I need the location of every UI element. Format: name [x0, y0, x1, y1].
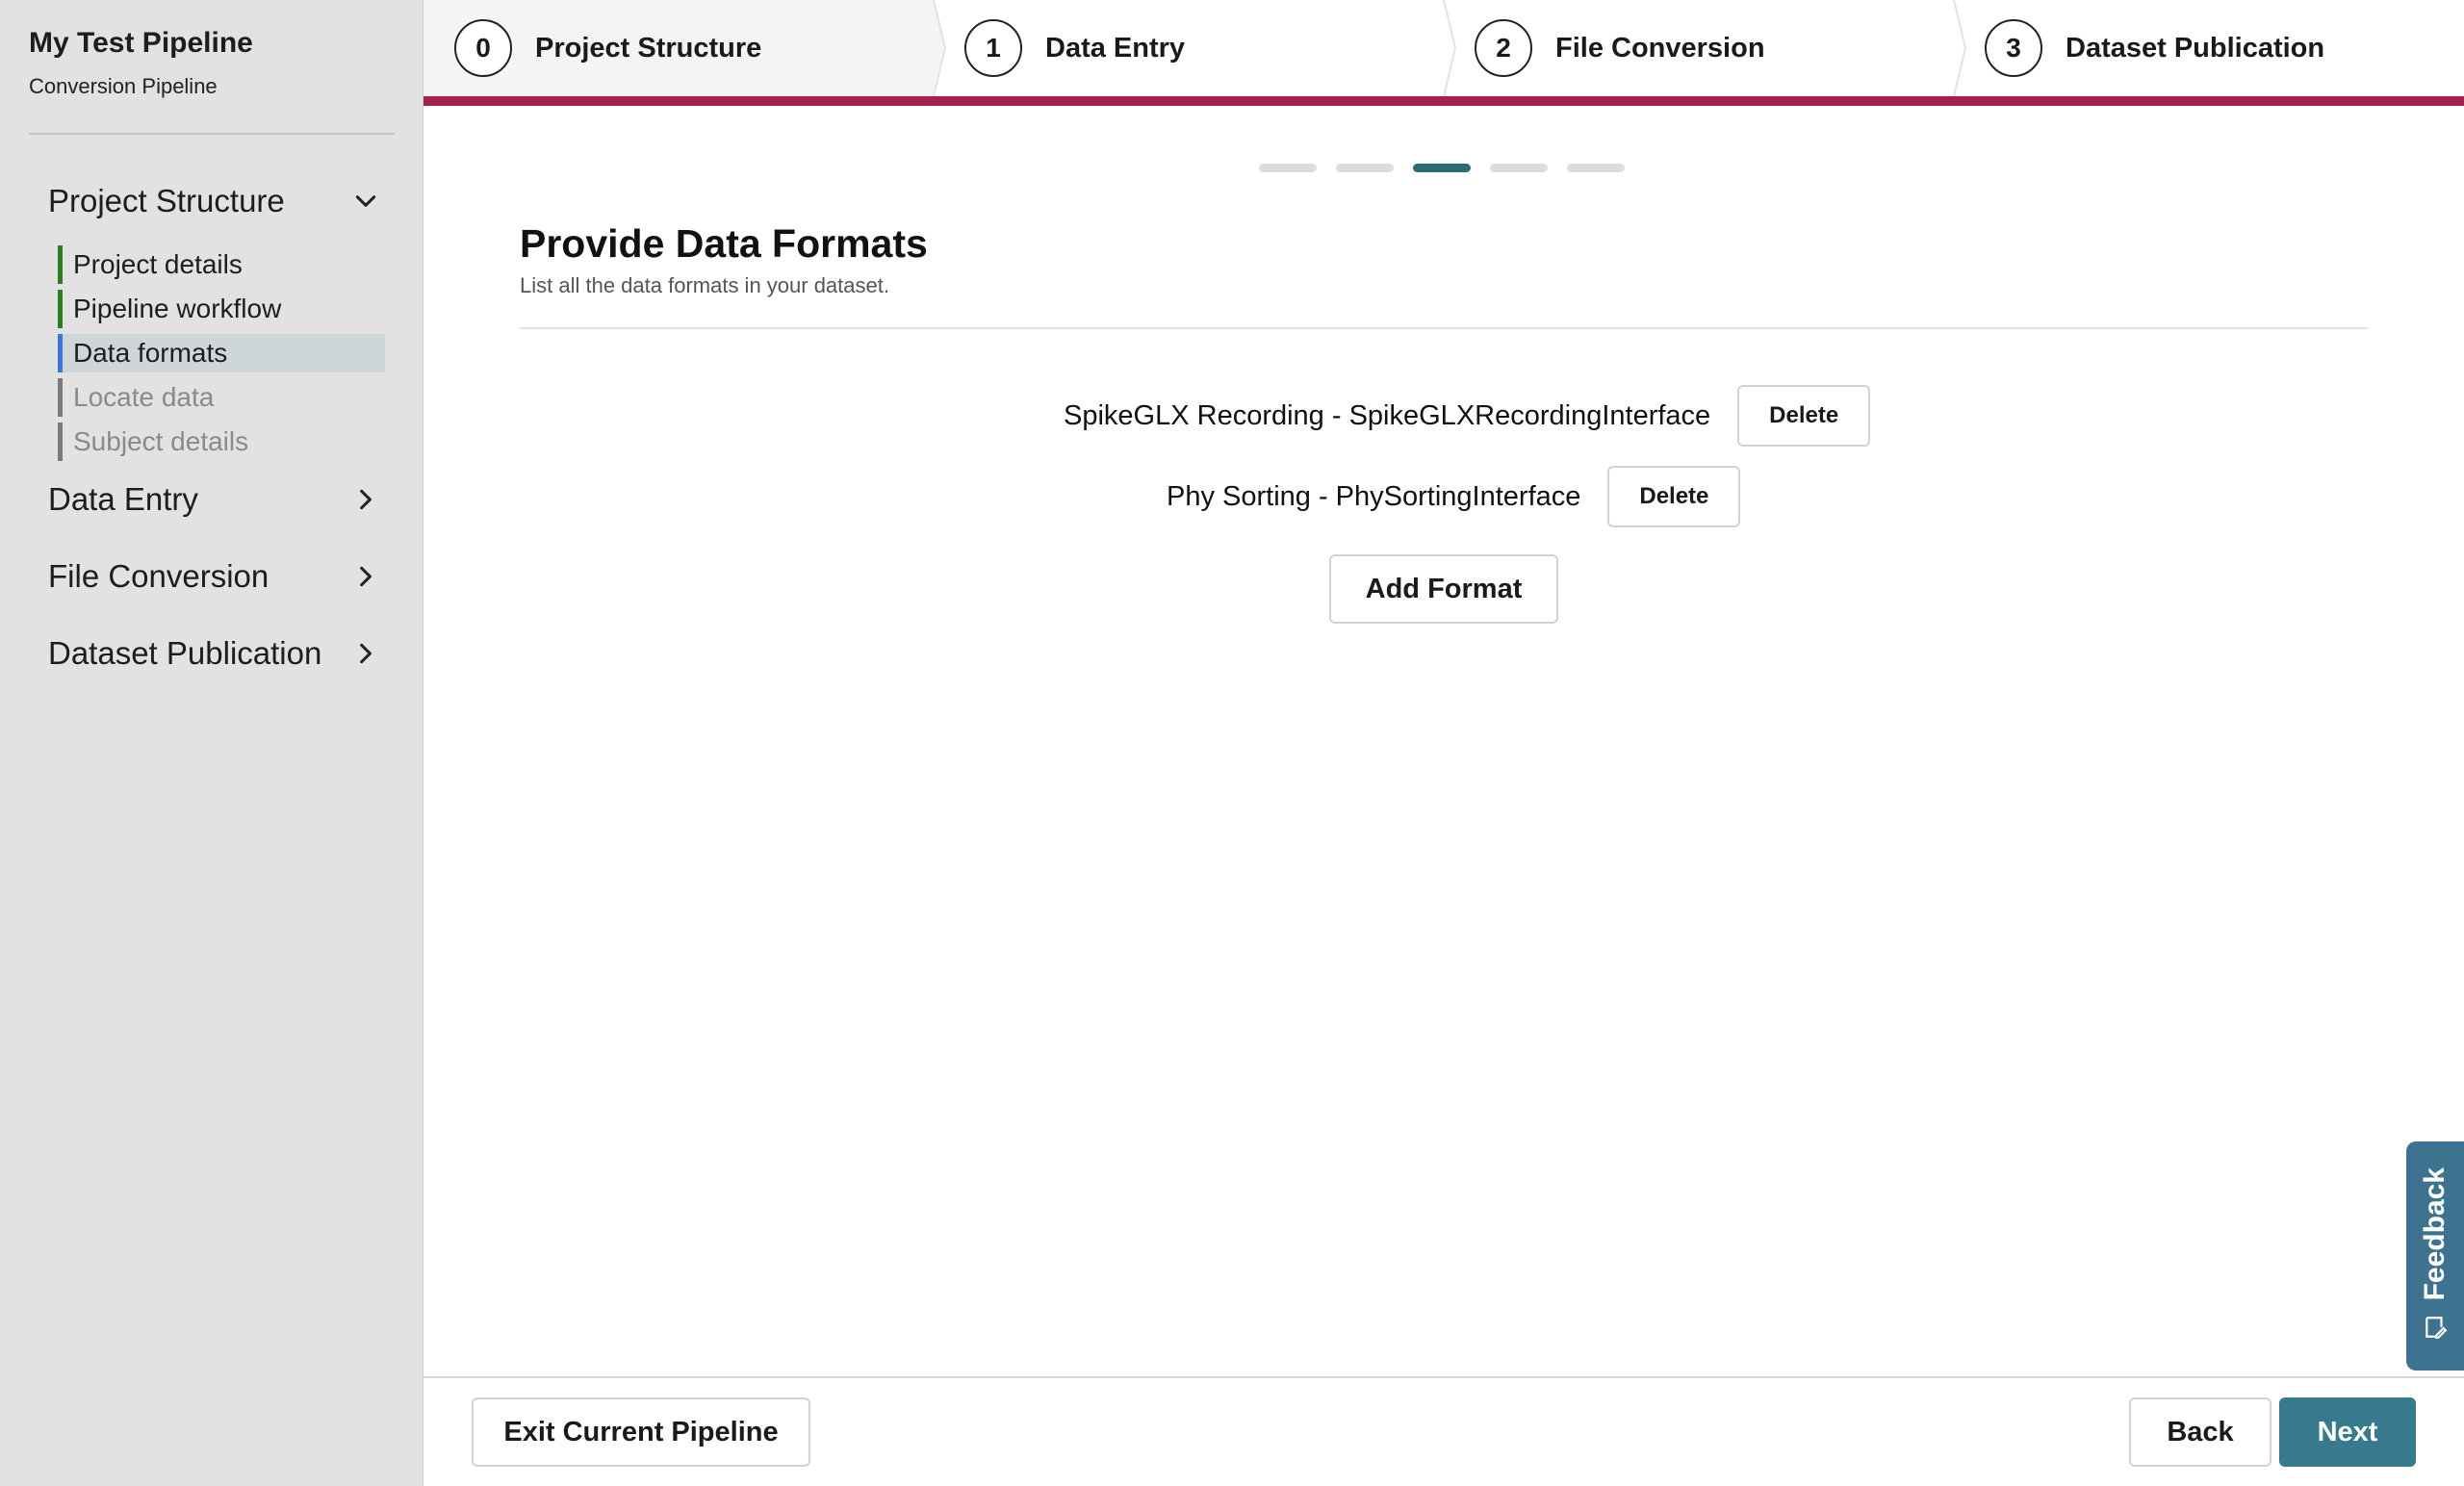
step-label: Data Entry [1045, 32, 1186, 64]
sidebar-section-label: Data Entry [48, 481, 198, 517]
status-bar [58, 334, 63, 372]
sidebar-item-label: Project details [73, 249, 243, 279]
sidebar-item-subject-details[interactable]: Subject details [58, 423, 385, 461]
feedback-label: Feedback [2419, 1167, 2451, 1301]
sidebar-section-dataset-publication[interactable]: Dataset Publication [48, 629, 385, 678]
page-dot[interactable] [1490, 164, 1548, 172]
format-label: SpikeGLX Recording - SpikeGLXRecordingIn… [1064, 399, 1711, 431]
pipeline-subtitle: Conversion Pipeline [29, 74, 218, 98]
content-divider [520, 327, 2368, 329]
sidebar-item-label: Subject details [73, 426, 249, 456]
sidebar-item-project-details[interactable]: Project details [58, 245, 385, 284]
stepper-progress-bar [424, 96, 2464, 106]
step-number: 0 [454, 19, 512, 77]
pipeline-title: My Test Pipeline [29, 27, 253, 59]
step-label: File Conversion [1555, 32, 1765, 64]
sidebar-item-label: Data formats [73, 338, 228, 368]
step-dataset-publication[interactable]: 3 Dataset Publication [1954, 0, 2464, 96]
step-label: Project Structure [535, 32, 762, 64]
page-dot[interactable] [1259, 164, 1317, 172]
exit-pipeline-button[interactable]: Exit Current Pipeline [472, 1397, 810, 1467]
sidebar-item-label: Pipeline workflow [73, 294, 282, 323]
status-bar [58, 378, 63, 417]
page-title: Provide Data Formats [520, 221, 928, 266]
chevron-right-icon [346, 634, 385, 673]
format-row: SpikeGLX Recording - SpikeGLXRecordingIn… [1064, 385, 1871, 447]
step-number: 1 [964, 19, 1022, 77]
sidebar-section-label: File Conversion [48, 558, 270, 594]
page-description: List all the data formats in your datase… [520, 273, 889, 297]
sidebar-item-pipeline-workflow[interactable]: Pipeline workflow [58, 290, 385, 328]
sidebar-item-label: Locate data [73, 382, 215, 412]
chevron-right-icon [346, 480, 385, 519]
chevron-right-icon [346, 557, 385, 596]
page-dot-active[interactable] [1413, 164, 1471, 172]
step-data-entry[interactable]: 1 Data Entry [934, 0, 1444, 96]
pipeline-stepper: 0 Project Structure 1 Data Entry 2 File … [424, 0, 2464, 96]
status-bar [58, 290, 63, 328]
page-dot[interactable] [1567, 164, 1625, 172]
sidebar-divider [29, 133, 395, 135]
sidebar-section-file-conversion[interactable]: File Conversion [48, 552, 385, 601]
footer-divider [424, 1376, 2464, 1378]
step-number: 2 [1475, 19, 1532, 77]
add-format-button[interactable]: Add Format [1329, 554, 1558, 624]
sidebar: My Test Pipeline Conversion Pipeline Pro… [0, 0, 424, 1486]
format-row: Phy Sorting - PhySortingInterface Delete [1167, 466, 1741, 527]
sidebar-section-data-entry[interactable]: Data Entry [48, 475, 385, 524]
step-project-structure[interactable]: 0 Project Structure [424, 0, 934, 96]
feedback-tab[interactable]: Feedback [2406, 1141, 2464, 1371]
step-number: 3 [1985, 19, 2042, 77]
feedback-icon [2423, 1315, 2448, 1345]
back-button[interactable]: Back [2129, 1397, 2272, 1467]
sidebar-item-data-formats[interactable]: Data formats [58, 334, 385, 372]
page-dot[interactable] [1336, 164, 1394, 172]
step-file-conversion[interactable]: 2 File Conversion [1444, 0, 1954, 96]
delete-format-button[interactable]: Delete [1607, 466, 1741, 527]
status-bar [58, 245, 63, 284]
next-button[interactable]: Next [2279, 1397, 2416, 1467]
sidebar-item-locate-data[interactable]: Locate data [58, 378, 385, 417]
step-label: Dataset Publication [2066, 32, 2325, 64]
chevron-down-icon [346, 182, 385, 220]
page-indicator [1259, 164, 1625, 172]
sidebar-section-project-structure[interactable]: Project Structure [48, 177, 385, 225]
status-bar [58, 423, 63, 461]
format-label: Phy Sorting - PhySortingInterface [1167, 480, 1581, 512]
delete-format-button[interactable]: Delete [1737, 385, 1871, 447]
sidebar-section-label: Dataset Publication [48, 635, 322, 671]
sidebar-section-label: Project Structure [48, 183, 285, 218]
